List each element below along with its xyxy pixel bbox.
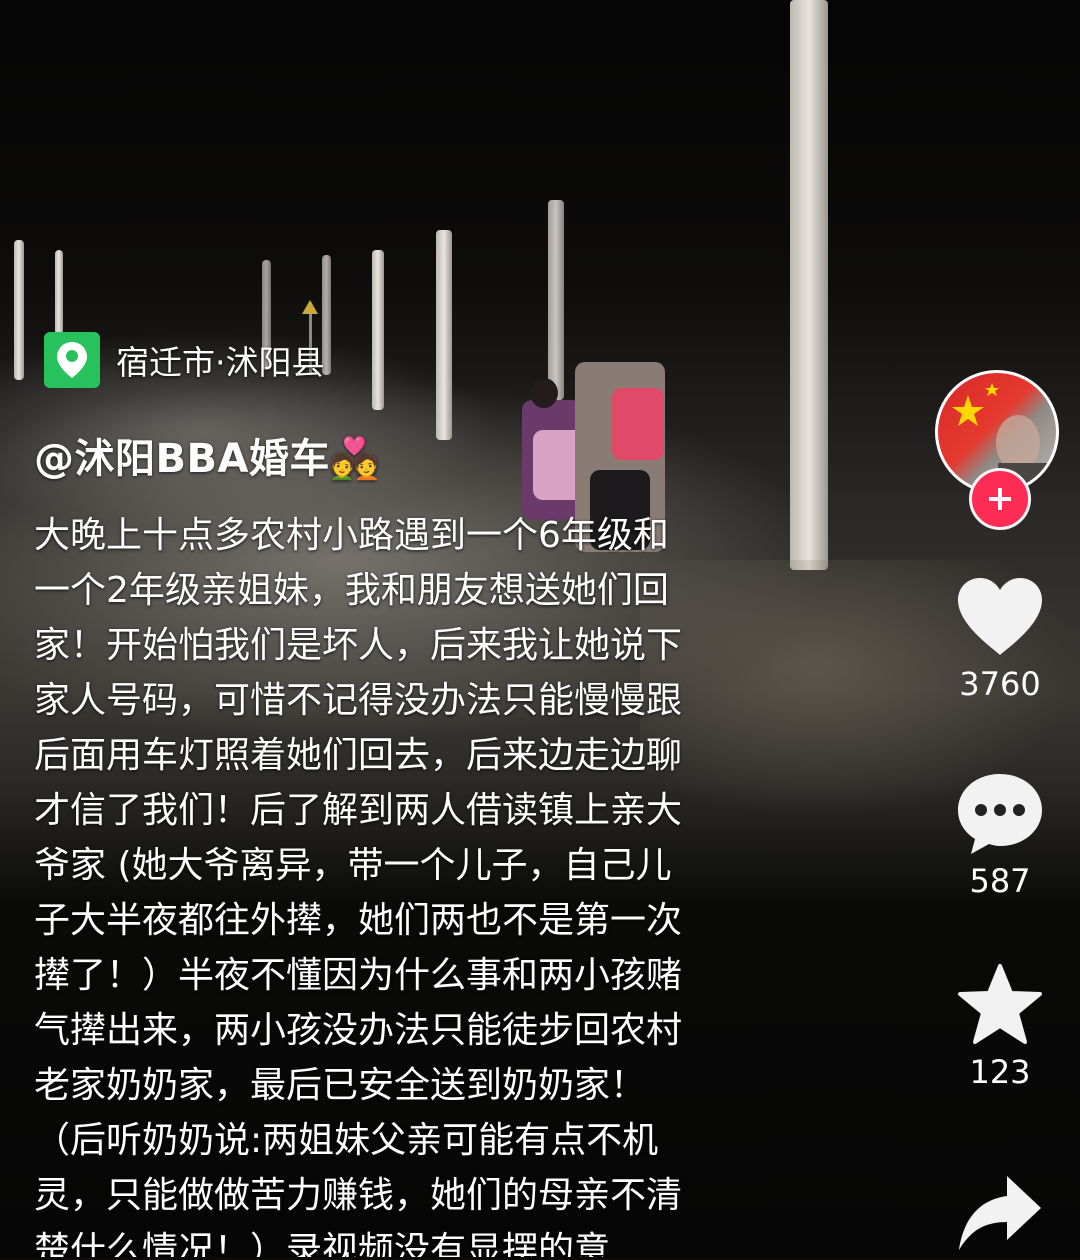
comment-button[interactable]: 587 (935, 770, 1065, 900)
heart-icon (958, 578, 1042, 655)
follow-button[interactable] (969, 468, 1031, 530)
video-caption: 大晚上十点多农村小路遇到一个6年级和 一个2年级亲姐妹，我和朋友想送她们回 家！… (34, 515, 683, 1257)
comment-count: 587 (969, 862, 1031, 900)
share-button[interactable] (935, 1170, 1065, 1260)
plus-icon (989, 488, 1011, 510)
share-arrow-icon (959, 1176, 1041, 1250)
author-handle[interactable]: @沭阳BBA婚车💑 (34, 426, 380, 484)
location-pin-icon (44, 332, 100, 388)
star-icon (958, 964, 1042, 1044)
location-text: 宿迁市·沭阳县 (116, 343, 325, 382)
comment-icon (958, 774, 1042, 854)
like-button[interactable]: 3760 (935, 575, 1065, 703)
like-count: 3760 (959, 665, 1041, 703)
favorite-count: 123 (969, 1053, 1031, 1091)
location-tag[interactable]: 宿迁市·沭阳县 (44, 332, 325, 388)
favorite-button[interactable]: 123 (935, 963, 1065, 1091)
